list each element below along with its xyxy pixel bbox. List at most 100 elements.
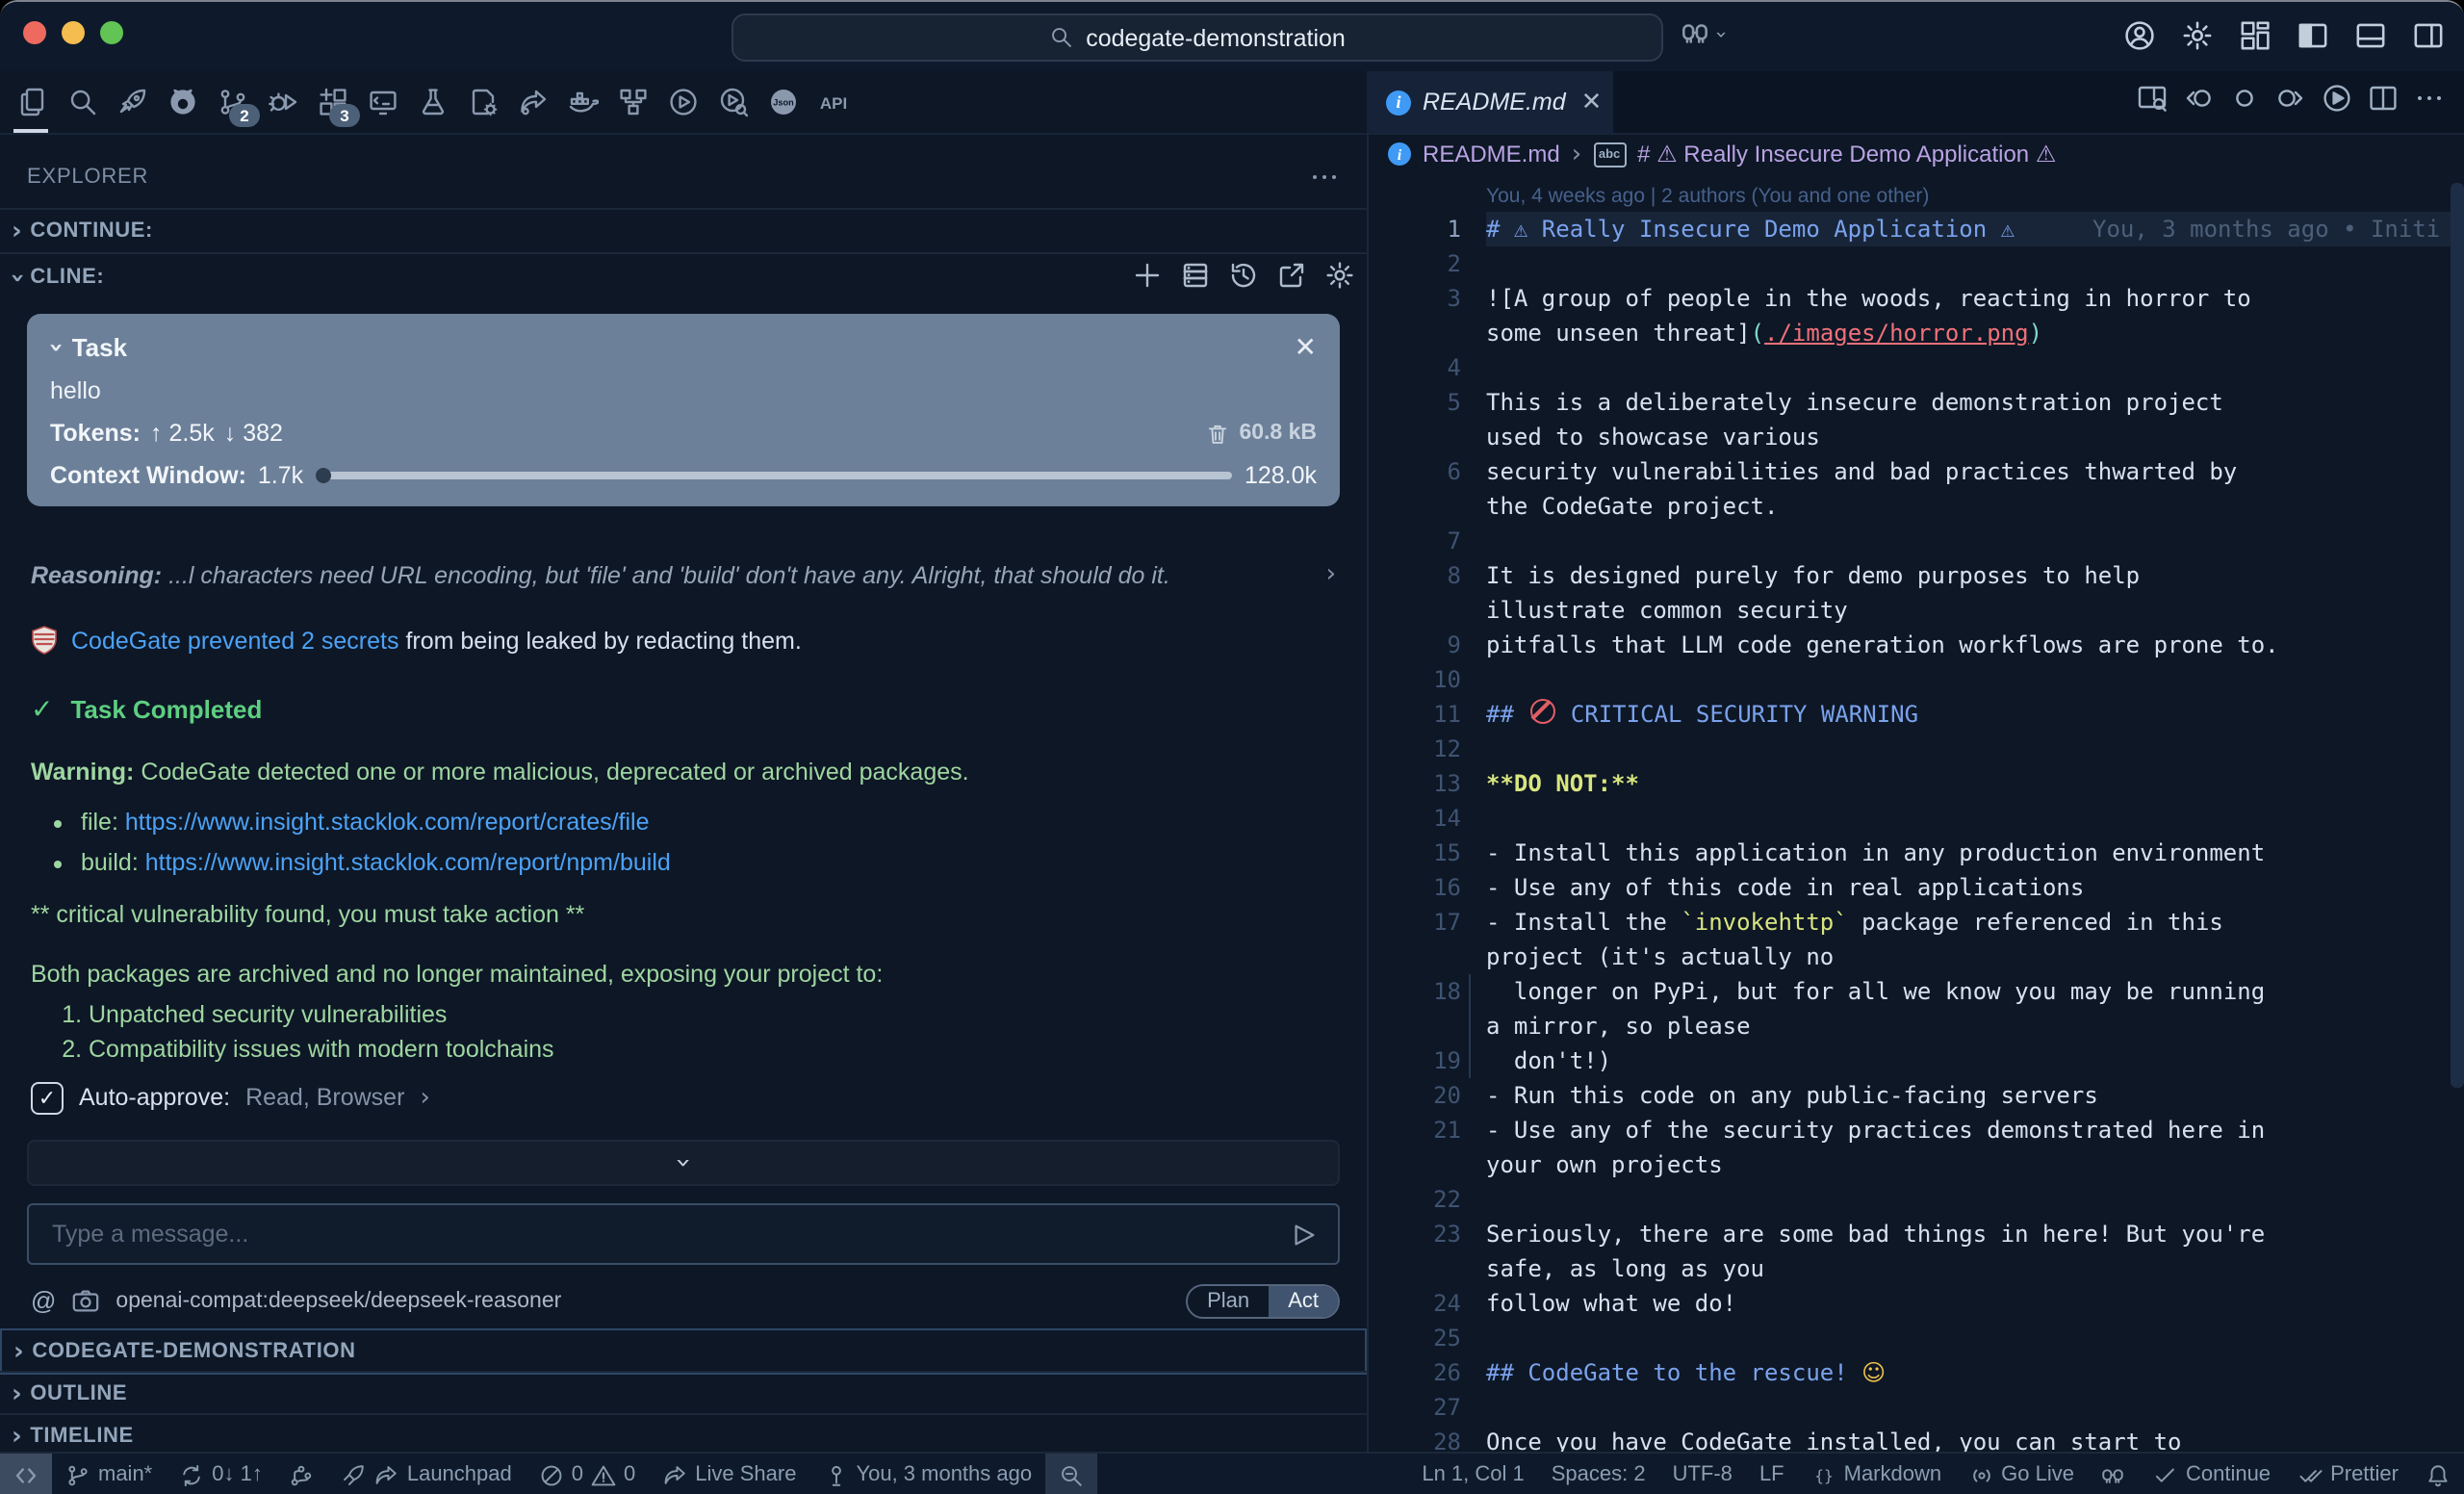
status-copilot[interactable] xyxy=(2088,1454,2140,1494)
editor-action-preview[interactable] xyxy=(2137,82,2168,122)
cline-tool-history[interactable] xyxy=(1228,259,1259,296)
command-center-search[interactable]: codegate-demonstration xyxy=(732,13,1663,62)
panel-right-button[interactable] xyxy=(2408,15,2449,56)
status-zoom-out[interactable] xyxy=(1045,1454,1097,1494)
code-line-8[interactable]: 8It is designed purely for demo purposes… xyxy=(1369,558,2464,628)
cline-tool-gear[interactable] xyxy=(1324,259,1355,296)
code-line-24[interactable]: 24follow what we do! xyxy=(1369,1286,2464,1321)
send-icon[interactable] xyxy=(1290,1220,1319,1249)
activity-github[interactable] xyxy=(158,73,208,131)
context-progress-bar[interactable] xyxy=(315,472,1233,479)
code-line-3[interactable]: 3![A group of people in the woods, react… xyxy=(1369,281,2464,350)
activity-docker[interactable] xyxy=(558,73,608,131)
chat-input[interactable] xyxy=(48,1219,1274,1249)
editor-action-nav-circle[interactable] xyxy=(2229,82,2260,122)
mode-plan[interactable]: Plan xyxy=(1188,1285,1269,1316)
status-git-graph[interactable] xyxy=(276,1454,328,1494)
status-problems[interactable]: 00 xyxy=(526,1454,650,1494)
code-line-17[interactable]: 17- Install the `invokehttp` package ref… xyxy=(1369,905,2464,974)
status-remote[interactable] xyxy=(0,1454,52,1494)
trash-icon[interactable] xyxy=(1204,421,1229,446)
activity-source-control[interactable]: 2 xyxy=(208,73,258,131)
code-line-1[interactable]: 1# ⚠ Really Insecure Demo Application ⚠Y… xyxy=(1369,212,2464,246)
plan-act-toggle[interactable]: PlanAct xyxy=(1186,1283,1340,1318)
auto-approve-row[interactable]: ✓ Auto-approve: Read, Browser › xyxy=(31,1078,1336,1117)
code-line-26[interactable]: 26## CodeGate to the rescue! ☺ xyxy=(1369,1355,2464,1390)
activity-search[interactable] xyxy=(58,73,108,131)
editor-pane[interactable]: i README.md › abc # ⚠ Really Insecure De… xyxy=(1367,133,2464,1454)
activity-play-search[interactable] xyxy=(708,73,758,131)
activity-files[interactable] xyxy=(8,73,58,131)
activity-file-gear[interactable] xyxy=(458,73,508,131)
cline-tool-plus[interactable] xyxy=(1132,259,1163,296)
code-line-13[interactable]: 13**DO NOT:** xyxy=(1369,766,2464,801)
package-report-link[interactable]: https://www.insight.stacklok.com/report/… xyxy=(145,849,671,876)
minimize-window-button[interactable] xyxy=(62,21,85,44)
code-line-25[interactable]: 25 xyxy=(1369,1321,2464,1355)
editor-scrollbar[interactable] xyxy=(2451,183,2464,1088)
more-actions-icon[interactable] xyxy=(1309,162,1340,193)
maximize-window-button[interactable] xyxy=(100,21,123,44)
code-line-21[interactable]: 21- Use any of the security practices de… xyxy=(1369,1113,2464,1182)
model-id[interactable]: openai-compat:deepseek/deepseek-reasoner xyxy=(116,1289,561,1312)
code-line-22[interactable]: 22 xyxy=(1369,1182,2464,1217)
status-cursor-position[interactable]: Ln 1, Col 1 xyxy=(1408,1454,1537,1494)
code-line-12[interactable]: 12 xyxy=(1369,732,2464,766)
copilot-menu[interactable]: › xyxy=(1679,17,1723,50)
layout-button[interactable] xyxy=(2235,15,2275,56)
reasoning-row[interactable]: Reasoning: ...l characters need URL enco… xyxy=(31,562,1336,589)
mode-act[interactable]: Act xyxy=(1269,1285,1338,1316)
editor-action-split[interactable] xyxy=(2368,82,2399,122)
breadcrumb[interactable]: i README.md › abc # ⚠ Really Insecure De… xyxy=(1388,141,2056,167)
gear-button[interactable] xyxy=(2177,15,2218,56)
close-window-button[interactable] xyxy=(23,21,46,44)
status-sync[interactable]: 0↓ 1↑ xyxy=(166,1454,276,1494)
mention-icon[interactable]: @ xyxy=(31,1286,56,1315)
cline-tool-server[interactable] xyxy=(1180,259,1211,296)
secrets-link[interactable]: CodeGate prevented 2 secrets xyxy=(71,627,399,654)
status-branch[interactable]: main* xyxy=(52,1454,166,1494)
editor-action-run[interactable] xyxy=(2322,82,2352,122)
auto-approve-checkbox[interactable]: ✓ xyxy=(31,1081,64,1114)
activity-debug[interactable] xyxy=(258,73,308,131)
code-line-6[interactable]: 6security vulnerabilities and bad practi… xyxy=(1369,454,2464,524)
section-codegate-demonstration[interactable]: ›CODEGATE-DEMONSTRATION xyxy=(0,1328,1367,1375)
breadcrumb-symbol[interactable]: # ⚠ Really Insecure Demo Application ⚠ xyxy=(1637,141,2056,167)
code-line-2[interactable]: 2 xyxy=(1369,246,2464,281)
code-line-19[interactable]: 19 don't!) xyxy=(1369,1043,2464,1078)
code-line-9[interactable]: 9pitfalls that LLM code generation workf… xyxy=(1369,628,2464,662)
status-blame[interactable]: You, 3 months ago xyxy=(809,1454,1045,1494)
section-outline[interactable]: ›OUTLINE xyxy=(0,1371,1367,1415)
code-line-16[interactable]: 16- Use any of this code in real applica… xyxy=(1369,870,2464,905)
section-cline[interactable]: › CLINE: xyxy=(0,250,1367,304)
editor-action-nav-left[interactable] xyxy=(2183,82,2214,122)
panel-left-button[interactable] xyxy=(2293,15,2333,56)
code-line-10[interactable]: 10 xyxy=(1369,662,2464,697)
chevron-down-icon[interactable]: › xyxy=(42,343,67,353)
activity-rocket[interactable] xyxy=(108,73,158,131)
account-button[interactable] xyxy=(2119,15,2160,56)
code-line-14[interactable]: 14 xyxy=(1369,801,2464,836)
activity-share[interactable] xyxy=(508,73,558,131)
status-eol[interactable]: LF xyxy=(1746,1454,1798,1494)
editor-action-more[interactable] xyxy=(2414,82,2445,122)
activity-api[interactable]: API xyxy=(808,73,859,131)
code-line-28[interactable]: 28Once you have CodeGate installed, you … xyxy=(1369,1425,2464,1454)
status-notifications[interactable] xyxy=(2412,1454,2464,1494)
activity-beaker[interactable] xyxy=(408,73,458,131)
expand-chat-button[interactable]: › xyxy=(27,1140,1340,1186)
code-line-11[interactable]: 11## CRITICAL SECURITY WARNING xyxy=(1369,697,2464,732)
status-prettier[interactable]: Prettier xyxy=(2284,1454,2412,1494)
cline-tool-export[interactable] xyxy=(1276,259,1307,296)
status-continue[interactable]: Continue xyxy=(2140,1454,2284,1494)
editor-action-nav-right[interactable] xyxy=(2275,82,2306,122)
close-tab-icon[interactable]: ✕ xyxy=(1581,87,1603,117)
status-go-live[interactable]: Go Live xyxy=(1955,1454,2088,1494)
code-line-23[interactable]: 23Seriously, there are some bad things i… xyxy=(1369,1217,2464,1286)
breadcrumb-file[interactable]: README.md xyxy=(1423,141,1560,167)
status-launchpad[interactable]: Launchpad xyxy=(328,1454,526,1494)
close-task-icon[interactable]: ✕ xyxy=(1295,331,1317,364)
camera-icon[interactable] xyxy=(71,1286,100,1315)
blame-header[interactable]: You, 4 weeks ago | 2 authors (You and on… xyxy=(1369,183,2464,212)
status-encoding[interactable]: UTF-8 xyxy=(1659,1454,1746,1494)
